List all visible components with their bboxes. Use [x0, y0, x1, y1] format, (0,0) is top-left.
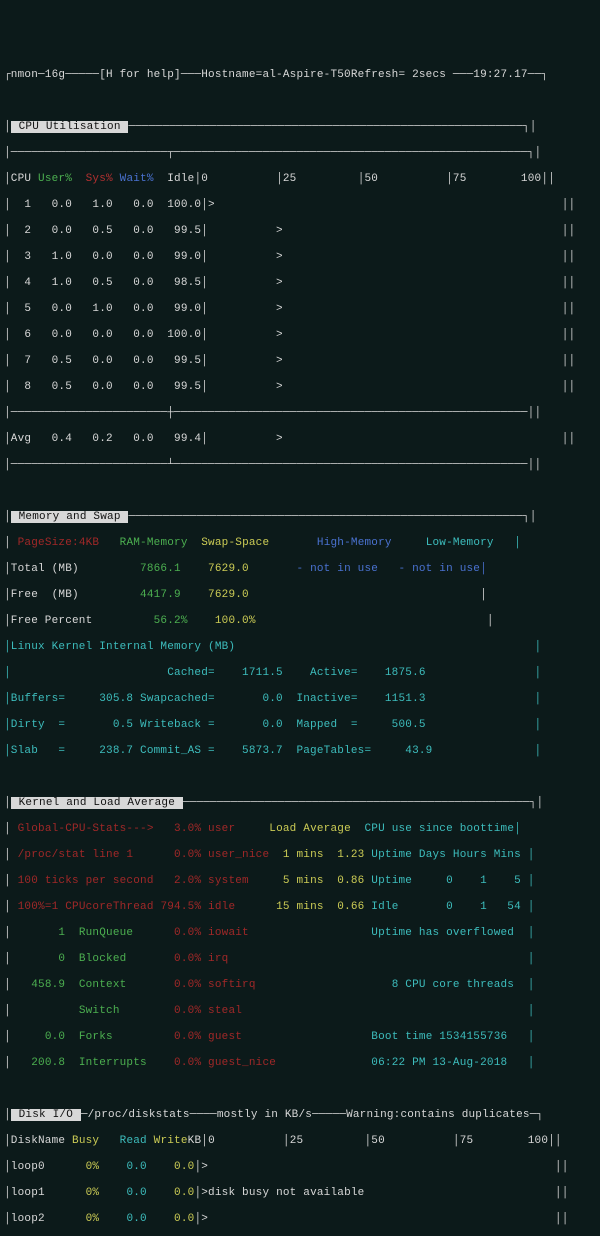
mem-freepct: │Free Percent 56.2% 100.0% │ — [4, 615, 596, 628]
cpu-row-8: │ 8 0.5 0.0 0.0 99.5│ > ││ — [4, 381, 596, 394]
mem-header: │ PageSize:4KB RAM-Memory Swap-Space Hig… — [4, 537, 596, 550]
kernel-title: Kernel and Load Average — [11, 797, 183, 809]
kernel-r10: │ 200.8 Interrupts 0.0% guest_nice 06:22… — [4, 1057, 596, 1070]
mem-buffers: │Buffers= 305.8 Swapcached= 0.0 Inactive… — [4, 693, 596, 706]
mem-free: │Free (MB) 4417.9 7629.0 │ — [4, 589, 596, 602]
kernel-r8: │ Switch 0.0% steal │ — [4, 1005, 596, 1018]
cpu-avg-row: │Avg 0.4 0.2 0.0 99.4│ > ││ — [4, 433, 596, 446]
cpu-sep: │───────────────────────┼───────────────… — [4, 407, 596, 420]
cpu-row-1: │ 1 0.0 1.0 0.0 100.0│> ││ — [4, 199, 596, 212]
mem-cached: │ Cached= 1711.5 Active= 1875.6 │ — [4, 667, 596, 680]
mem-total: │Total (MB) 7866.1 7629.0 - not in use -… — [4, 563, 596, 576]
kernel-r5: │ 1 RunQueue 0.0% iowait Uptime has over… — [4, 927, 596, 940]
cpu-header-row: │CPU User% Sys% Wait% Idle│0 │25 │50 │75… — [4, 173, 596, 186]
kernel-r3: │ 100 ticks per second 2.0% system 5 min… — [4, 875, 596, 888]
kernel-r2: │ /proc/stat line 1 0.0% user_nice 1 min… — [4, 849, 596, 862]
mem-dirty: │Dirty = 0.5 Writeback = 0.0 Mapped = 50… — [4, 719, 596, 732]
cpu-row-6: │ 6 0.0 0.0 0.0 100.0│ > ││ — [4, 329, 596, 342]
disk-row-loop1: │loop1 0% 0.0 0.0│>disk busy not availab… — [4, 1187, 596, 1200]
kernel-title-row: │ Kernel and Load Average ──────────────… — [4, 797, 596, 810]
kernel-r7: │ 458.9 Context 0.0% softirq 8 CPU core … — [4, 979, 596, 992]
cpu-box-bottom: │───────────────────────┴───────────────… — [4, 459, 596, 472]
cpu-section-title-row: │ CPU Utilisation ──────────────────────… — [4, 121, 596, 134]
disk-row-loop2: │loop2 0% 0.0 0.0│> ││ — [4, 1213, 596, 1226]
kernel-r9: │ 0.0 Forks 0.0% guest Boot time 1534155… — [4, 1031, 596, 1044]
cpu-row-3: │ 3 1.0 0.0 0.0 99.0│ > ││ — [4, 251, 596, 264]
disk-col-header: │DiskName Busy Read WriteKB│0 │25 │50 │7… — [4, 1135, 596, 1148]
kernel-r6: │ 0 Blocked 0.0% irq │ — [4, 953, 596, 966]
mem-title: Memory and Swap — [11, 511, 129, 523]
disk-title: Disk I/O — [11, 1109, 81, 1121]
cpu-row-7: │ 7 0.5 0.0 0.0 99.5│ > ││ — [4, 355, 596, 368]
cpu-box-top: │───────────────────────┬───────────────… — [4, 147, 596, 160]
mem-kernel-line: │Linux Kernel Internal Memory (MB) │ — [4, 641, 596, 654]
mem-section-title-row: │ Memory and Swap ──────────────────────… — [4, 511, 596, 524]
cpu-title: CPU Utilisation — [11, 121, 129, 133]
cpu-row-5: │ 5 0.0 1.0 0.0 99.0│ > ││ — [4, 303, 596, 316]
kernel-r4: │ 100%=1 CPUcoreThread 794.5% idle 15 mi… — [4, 901, 596, 914]
kernel-r1: │ Global-CPU-Stats---> 3.0% user Load Av… — [4, 823, 596, 836]
disk-title-row: │ Disk I/O ─/proc/diskstats────mostly in… — [4, 1109, 596, 1122]
disk-row-loop0: │loop0 0% 0.0 0.0│> ││ — [4, 1161, 596, 1174]
mem-slab: │Slab = 238.7 Commit_AS = 5873.7 PageTab… — [4, 745, 596, 758]
header-line: ┌nmon─16g─────[H for help]───Hostname=al… — [4, 69, 596, 82]
cpu-row-4: │ 4 1.0 0.5 0.0 98.5│ > ││ — [4, 277, 596, 290]
cpu-row-2: │ 2 0.0 0.5 0.0 99.5│ > ││ — [4, 225, 596, 238]
